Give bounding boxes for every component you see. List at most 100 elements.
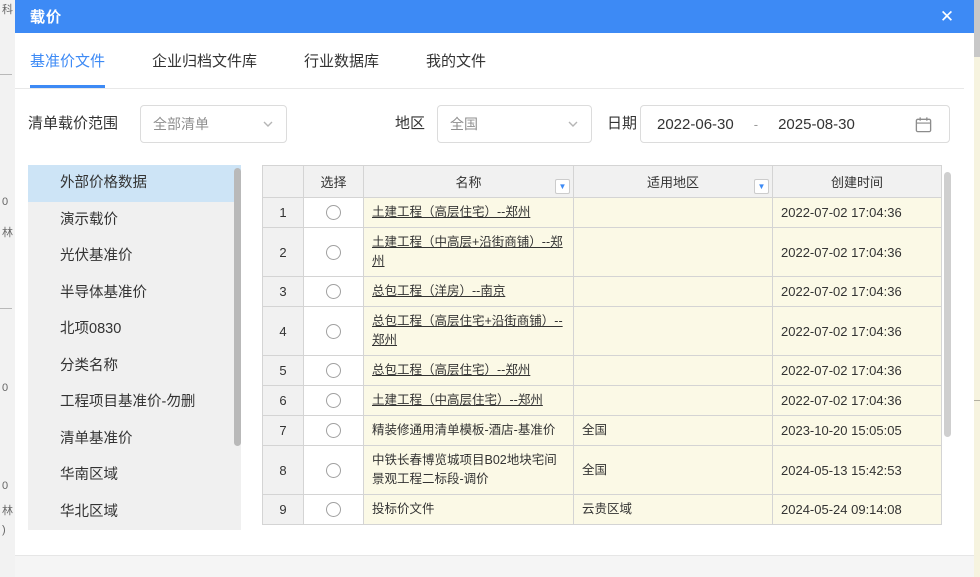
radio-button[interactable]: [326, 245, 341, 260]
table-row: 7 精装修通用清单模板-酒店-基准价 全国 2023-10-20 15:05:0…: [263, 416, 942, 446]
tab-label: 我的文件: [426, 50, 486, 71]
sidebar-item[interactable]: 半导体基准价: [28, 275, 241, 312]
file-name-cell[interactable]: 精装修通用清单模板-酒店-基准价: [364, 416, 574, 446]
created-time-cell: 2023-10-20 15:05:05: [773, 416, 942, 446]
sidebar-item[interactable]: 光伏基准价: [28, 238, 241, 275]
created-time-cell: 2022-07-02 17:04:36: [773, 307, 942, 356]
table-header-row: 选择 名称 ▼ 适用地区 ▼ 创建时间: [263, 166, 942, 198]
file-name-cell[interactable]: 土建工程（中高层+沿街商铺）--郑州: [364, 228, 574, 277]
sidebar-item[interactable]: 分类名称: [28, 348, 241, 385]
column-header-created: 创建时间: [773, 166, 942, 198]
applicable-region-cell: [574, 386, 773, 416]
dialog-title: 载价: [30, 6, 62, 27]
background-text-fragment: 科: [2, 1, 13, 17]
tab-industry-database[interactable]: 行业数据库: [304, 33, 379, 88]
scope-label: 清单载价范围: [28, 105, 118, 143]
region-label: 地区: [395, 105, 425, 143]
sidebar-item-label: 北项0830: [60, 321, 121, 337]
dialog-header: 载价 ✕: [15, 0, 974, 33]
sidebar-item-label: 半导体基准价: [60, 285, 147, 301]
row-select-cell: [304, 446, 364, 495]
radio-button[interactable]: [326, 205, 341, 220]
file-name-cell[interactable]: 土建工程（高层住宅）--郑州: [364, 198, 574, 228]
tab-base-price-file[interactable]: 基准价文件: [30, 33, 105, 88]
tab-enterprise-archive[interactable]: 企业归档文件库: [152, 33, 257, 88]
scope-select-value: 全部清单: [153, 114, 262, 134]
created-time-cell: 2022-07-02 17:04:36: [773, 356, 942, 386]
date-range-separator: -: [754, 117, 758, 132]
chevron-down-icon: [567, 118, 579, 130]
file-name-cell[interactable]: 土建工程（中高层住宅）--郑州: [364, 386, 574, 416]
sidebar-item-label: 华北区域: [60, 504, 118, 520]
sidebar-item-label: 外部价格数据: [60, 175, 147, 191]
sidebar-item[interactable]: 工程项目基准价-勿删: [28, 384, 241, 421]
background-divider: [0, 308, 12, 309]
sidebar-scrollbar-thumb[interactable]: [234, 168, 241, 446]
applicable-region-cell: [574, 307, 773, 356]
category-list: 外部价格数据演示载价光伏基准价半导体基准价北项0830 分类名称工程项目基准价-勿…: [28, 165, 241, 530]
file-name-cell[interactable]: 中铁长春博览城项目B02地块宅间景观工程二标段-调价: [364, 446, 574, 495]
calendar-icon[interactable]: [914, 115, 933, 134]
row-index-cell: 3: [263, 277, 304, 307]
table-row: 2 土建工程（中高层+沿街商铺）--郑州 2022-07-02 17:04:36: [263, 228, 942, 277]
filter-row: 清单载价范围 全部清单 地区 全国 日期 2022-06-30 - 2025-0…: [15, 89, 974, 165]
date-range-picker[interactable]: 2022-06-30 - 2025-08-30: [640, 105, 950, 143]
sidebar-item-label: 演示载价: [60, 212, 118, 228]
row-select-cell: [304, 277, 364, 307]
row-index-cell: 5: [263, 356, 304, 386]
row-index-cell: 7: [263, 416, 304, 446]
background-text-fragment: 0: [2, 196, 8, 208]
radio-button[interactable]: [326, 393, 341, 408]
table-row: 5 总包工程（高层住宅）--郑州 2022-07-02 17:04:36: [263, 356, 942, 386]
radio-button[interactable]: [326, 363, 341, 378]
scope-select[interactable]: 全部清单: [140, 105, 287, 143]
chevron-down-icon: [262, 118, 274, 130]
sidebar-item[interactable]: 北项0830: [28, 311, 241, 348]
sidebar-item[interactable]: 华北区域: [28, 494, 241, 531]
row-index-cell: 6: [263, 386, 304, 416]
tab-my-files[interactable]: 我的文件: [426, 33, 486, 88]
name-filter-icon[interactable]: ▼: [555, 179, 570, 194]
background-text-fragment: 0: [2, 480, 8, 492]
applicable-region-cell: 全国: [574, 446, 773, 495]
sidebar-item-label: 清单基准价: [60, 431, 133, 447]
applicable-region-cell: [574, 198, 773, 228]
radio-button[interactable]: [326, 463, 341, 478]
row-select-cell: [304, 228, 364, 277]
row-select-cell: [304, 495, 364, 525]
sidebar-item[interactable]: 演示载价: [28, 202, 241, 239]
row-select-cell: [304, 356, 364, 386]
row-index-cell: 9: [263, 495, 304, 525]
file-name-cell[interactable]: 投标价文件: [364, 495, 574, 525]
table-scrollbar-thumb[interactable]: [944, 172, 951, 437]
table-row: 1 土建工程（高层住宅）--郑州 2022-07-02 17:04:36: [263, 198, 942, 228]
date-end-value[interactable]: 2025-08-30: [778, 116, 855, 133]
radio-button[interactable]: [326, 502, 341, 517]
sidebar-item-label: 分类名称: [60, 358, 118, 374]
region-select[interactable]: 全国: [437, 105, 592, 143]
price-file-table: 选择 名称 ▼ 适用地区 ▼ 创建时间 1 土建工程（高层住宅）--郑州 202…: [262, 165, 943, 533]
row-index-cell: 1: [263, 198, 304, 228]
file-name-cell[interactable]: 总包工程（高层住宅）--郑州: [364, 356, 574, 386]
column-header-index: [263, 166, 304, 198]
sidebar-item[interactable]: 外部价格数据: [28, 165, 241, 202]
sidebar-item[interactable]: 清单基准价: [28, 421, 241, 458]
sidebar-item[interactable]: 华南区域: [28, 457, 241, 494]
radio-button[interactable]: [326, 284, 341, 299]
radio-button[interactable]: [326, 324, 341, 339]
date-start-value[interactable]: 2022-06-30: [657, 116, 734, 133]
close-icon[interactable]: ✕: [934, 0, 960, 33]
column-header-name: 名称 ▼: [364, 166, 574, 198]
column-header-region-label: 适用地区: [647, 175, 699, 190]
background-divider: [974, 400, 980, 401]
radio-button[interactable]: [326, 423, 341, 438]
table-row: 8 中铁长春博览城项目B02地块宅间景观工程二标段-调价 全国 2024-05-…: [263, 446, 942, 495]
region-filter-icon[interactable]: ▼: [754, 179, 769, 194]
file-name-cell[interactable]: 总包工程（洋房）--南京: [364, 277, 574, 307]
file-name-cell[interactable]: 总包工程（高层住宅+沿街商铺）--郑州: [364, 307, 574, 356]
tab-label: 企业归档文件库: [152, 50, 257, 71]
background-text-fragment: 林: [2, 224, 13, 240]
background-text-fragment: 0: [2, 382, 8, 394]
region-select-value: 全国: [450, 114, 567, 134]
created-time-cell: 2022-07-02 17:04:36: [773, 228, 942, 277]
